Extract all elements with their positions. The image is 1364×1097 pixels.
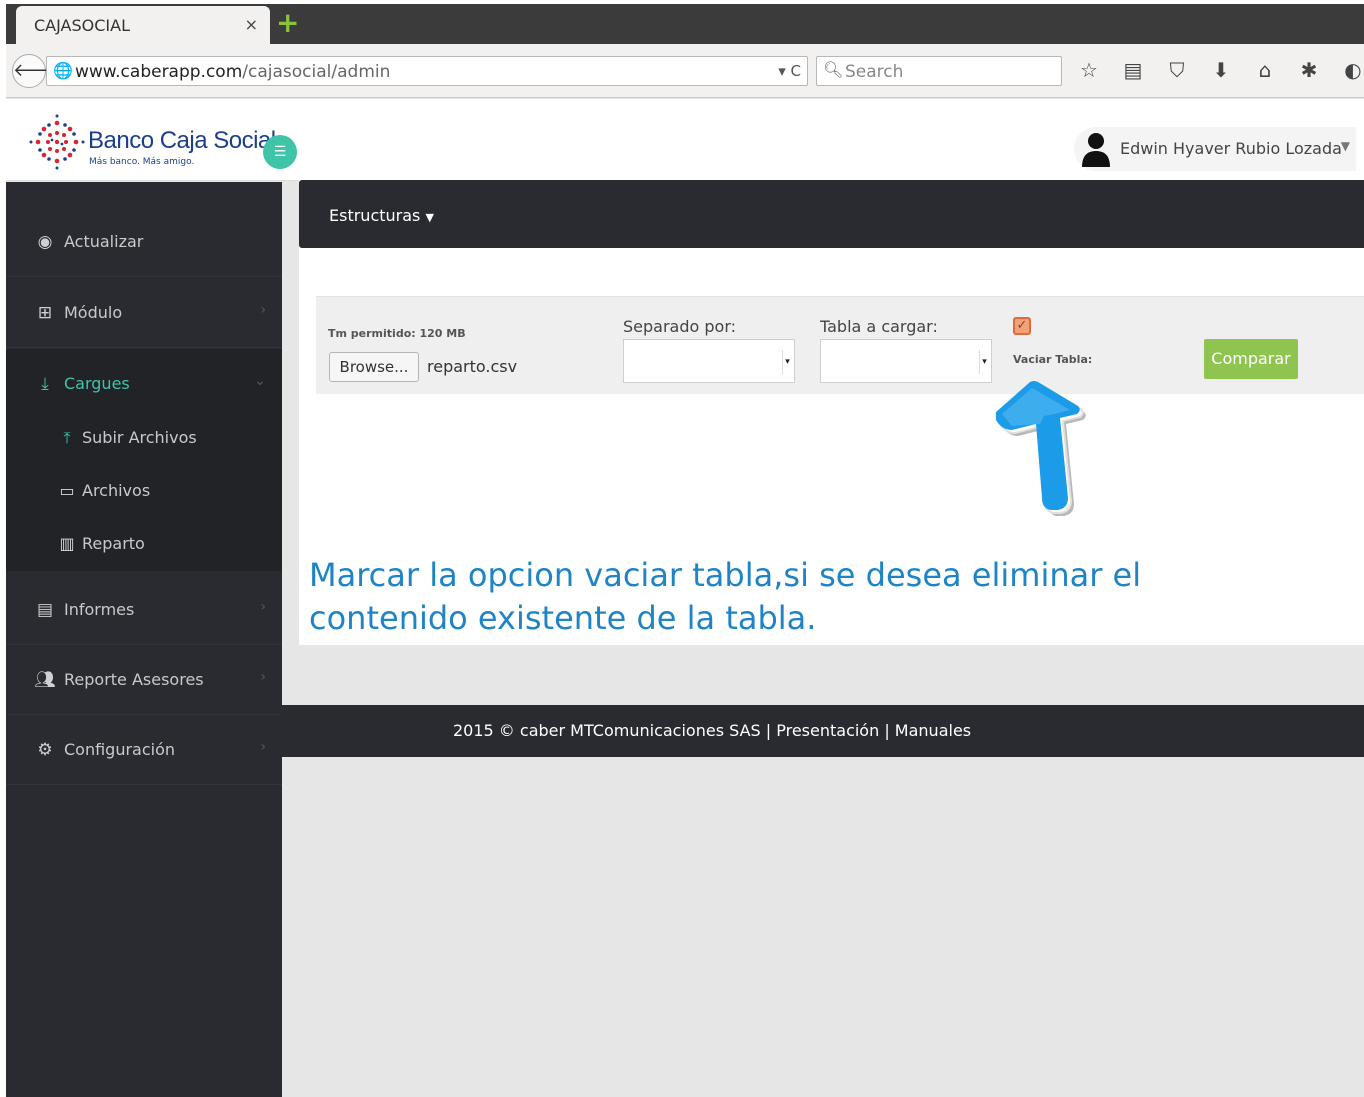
tab-title: CAJASOCIAL	[34, 16, 130, 35]
close-icon[interactable]: ×	[245, 15, 258, 34]
chat-icon[interactable]: ◐	[1340, 58, 1364, 86]
home-icon[interactable]: ⌂	[1252, 58, 1278, 86]
browser-toolbar: ☆ ▤ ⛉ ⬇ ⌂ ✱ ◐	[1076, 58, 1364, 86]
size-limit-label: Tm permitido: 120 MB	[328, 327, 466, 340]
sidebar-subitem-label: Subir Archivos	[82, 428, 197, 447]
sidebar-item-label: Informes	[64, 600, 135, 619]
brand-tagline: Más banco. Más amigo.	[89, 157, 195, 167]
caret-down-icon: ▼	[425, 211, 434, 224]
sidebar-item-actualizar[interactable]: ◉ Actualizar	[6, 207, 282, 277]
vaciar-tabla-checkbox[interactable]: ✓	[1013, 317, 1031, 335]
chevron-right-icon: ›	[260, 302, 266, 318]
footer-text: 2015 © caber MTComunicaciones SAS | Pres…	[453, 721, 972, 740]
annotation-line-1: Marcar la opcion vaciar tabla,si se dese…	[309, 556, 1142, 594]
sidebar-item-label: Reporte Asesores	[64, 670, 204, 689]
sidebar-item-label: Módulo	[64, 303, 123, 322]
app-header: Banco Caja Social Más banco. Más amigo. …	[6, 99, 1364, 181]
sidebar-subitem-archivos[interactable]: ▭ Archivos	[6, 465, 282, 518]
selected-file-name: reparto.csv	[427, 357, 518, 376]
footer: 2015 © caber MTComunicaciones SAS | Pres…	[282, 705, 1364, 757]
sidebar-subitem-label: Archivos	[82, 481, 151, 500]
sidebar-item-reporte-asesores[interactable]: 👥︎ Reporte Asesores ›	[6, 645, 282, 715]
sidebar-item-informes[interactable]: ▤ Informes ›	[6, 575, 282, 645]
extensions-icon[interactable]: ✱	[1296, 58, 1322, 86]
estructuras-dropdown[interactable]: Estructuras ▼	[329, 206, 434, 225]
sidebar-subitem-subir-archivos[interactable]: ⤒ Subir Archivos	[6, 412, 282, 465]
user-menu[interactable]: Edwin Hyaver Rubio Lozada ▼	[1074, 127, 1356, 171]
new-tab-icon[interactable]: +	[276, 9, 299, 37]
browser-tab[interactable]: CAJASOCIAL ×	[16, 6, 270, 44]
download-arrow-icon[interactable]: ⬇	[1208, 58, 1234, 86]
brand-logo-icon	[29, 114, 85, 170]
sidebar-subitem-reparto[interactable]: ▥ Reparto	[6, 518, 282, 571]
dashboard-icon: ◉	[37, 232, 53, 252]
annotation-text: Marcar la opcion vaciar tabla,si se dese…	[309, 554, 1209, 640]
hamburger-menu-icon[interactable]: ☰	[263, 135, 297, 169]
inbox-icon: ▭	[59, 481, 75, 500]
table-select[interactable]: ▾	[820, 339, 992, 383]
chevron-right-icon: ›	[260, 739, 266, 755]
chevron-right-icon: ›	[260, 669, 266, 685]
url-path: /cajasocial/admin	[242, 62, 391, 82]
select-arrow-icon: ▾	[979, 350, 989, 374]
upload-form: Tm permitido: 120 MB Browse... reparto.c…	[316, 296, 1364, 394]
chevron-right-icon: ›	[260, 599, 266, 615]
list-icon: ▤	[36, 600, 54, 620]
search-placeholder: Search	[845, 62, 904, 82]
bar-chart-icon: ▥	[59, 534, 75, 553]
select-arrow-icon: ▾	[782, 350, 792, 374]
separator-select[interactable]: ▾	[623, 339, 795, 383]
browser-nav-bar: 🡐 🌐 www.caberapp.com/cajasocial/admin ▾ …	[6, 44, 1364, 98]
users-icon: 👥︎	[34, 670, 56, 690]
back-arrow-icon[interactable]: 🡐	[12, 54, 61, 88]
user-name: Edwin Hyaver Rubio Lozada	[1120, 139, 1342, 158]
search-input[interactable]: 🔍︎ Search	[816, 56, 1062, 86]
separator-label: Separado por:	[623, 317, 737, 336]
browser-tab-bar: CAJASOCIAL × +	[6, 4, 1364, 44]
browse-button[interactable]: Browse...	[329, 352, 419, 382]
sitemap-icon: ⊞	[37, 303, 53, 323]
globe-icon: 🌐	[53, 61, 73, 80]
url-bar[interactable]: 🌐 www.caberapp.com/cajasocial/admin ▾ C	[46, 56, 808, 86]
pocket-icon[interactable]: ⛉	[1164, 58, 1190, 86]
reading-list-icon[interactable]: ▤	[1120, 58, 1146, 86]
sidebar-item-configuracion[interactable]: ⚙ Configuración ›	[6, 715, 282, 785]
sidebar-item-label: Actualizar	[64, 232, 144, 251]
upload-icon: ⤒	[63, 428, 71, 447]
screen: CAJASOCIAL × + 🡐 🌐 www.caberapp.com/caja…	[6, 4, 1364, 1097]
brand-name: Banco Caja Social	[88, 127, 276, 154]
chevron-down-icon: ▼	[1340, 139, 1350, 153]
bookmark-star-icon[interactable]: ☆	[1076, 58, 1102, 86]
user-avatar-icon	[1082, 133, 1110, 167]
sidebar: ◉ Actualizar ⊞ Módulo › ⤓ Cargues ⌄ ⤒ Su…	[6, 182, 282, 1097]
sidebar-item-modulo[interactable]: ⊞ Módulo ›	[6, 278, 282, 348]
url-host: www.caberapp.com	[75, 62, 243, 82]
sidebar-item-cargues[interactable]: ⤓ Cargues ⌄	[6, 349, 282, 419]
sidebar-item-label: Cargues	[64, 374, 130, 393]
reload-icon[interactable]: ▾ C	[778, 62, 801, 80]
annotation-line-2: contenido existente de la tabla.	[309, 599, 817, 637]
vaciar-tabla-label: Vaciar Tabla:	[1013, 353, 1093, 366]
gears-icon: ⚙	[37, 740, 53, 760]
url-text: www.caberapp.com/cajasocial/admin	[75, 62, 390, 82]
top-nav: Estructuras ▼	[299, 180, 1364, 248]
search-icon: 🔍︎	[823, 60, 844, 79]
estructuras-label: Estructuras	[329, 206, 421, 225]
sidebar-subitem-label: Reparto	[82, 534, 145, 553]
chevron-down-icon: ⌄	[254, 373, 266, 389]
compare-button[interactable]: Comparar	[1204, 339, 1298, 379]
sidebar-item-label: Configuración	[64, 740, 176, 759]
table-label: Tabla a cargar:	[820, 317, 938, 336]
download-icon: ⤓	[41, 374, 49, 394]
annotation-arrow-icon	[996, 381, 1086, 516]
